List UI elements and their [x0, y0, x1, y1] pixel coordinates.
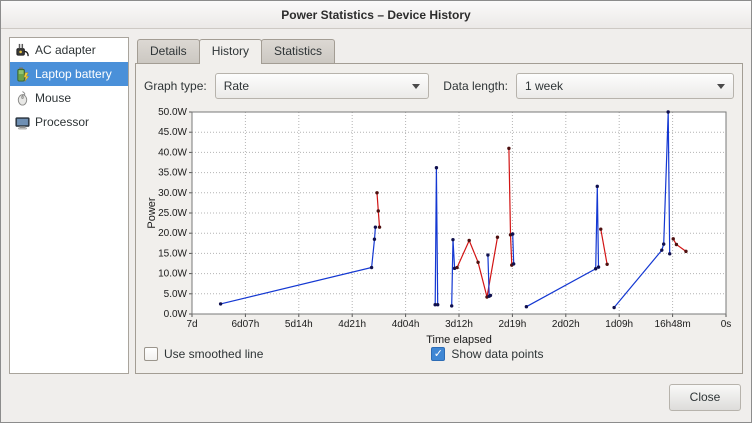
tab-history[interactable]: History [199, 39, 262, 64]
history-tab-page: Graph type: Rate Data length: 1 week 0.0… [135, 63, 743, 374]
svg-text:16h48m: 16h48m [655, 319, 691, 330]
svg-text:25.0W: 25.0W [158, 208, 187, 219]
window-body: AC adapter Laptop battery [1, 29, 751, 382]
graph-type-label: Graph type: [144, 79, 207, 93]
processor-icon [14, 114, 30, 130]
data-length-label: Data length: [443, 79, 508, 93]
chevron-down-icon [717, 84, 725, 89]
device-item-label: Processor [35, 115, 89, 129]
device-item-laptop-battery[interactable]: Laptop battery [10, 62, 128, 86]
window-title: Power Statistics – Device History [281, 8, 470, 22]
power-statistics-window: Power Statistics – Device History AC ada… [0, 0, 752, 423]
close-button[interactable]: Close [669, 384, 741, 411]
svg-text:10.0W: 10.0W [158, 269, 187, 280]
svg-text:15.0W: 15.0W [158, 248, 187, 259]
device-item-label: Laptop battery [35, 67, 112, 81]
main-panel: Details History Statistics Graph type: R… [135, 37, 743, 374]
footer: Close [1, 382, 751, 422]
svg-text:20.0W: 20.0W [158, 228, 187, 239]
svg-text:30.0W: 30.0W [158, 188, 187, 199]
svg-text:35.0W: 35.0W [158, 168, 187, 179]
data-length-value: 1 week [525, 79, 563, 93]
show-data-points-option[interactable]: ✓ Show data points [431, 347, 543, 361]
svg-text:45.0W: 45.0W [158, 127, 187, 138]
tab-bar: Details History Statistics [135, 37, 743, 63]
use-smoothed-line-option[interactable]: Use smoothed line [144, 347, 263, 361]
show-data-points-checkbox[interactable]: ✓ [431, 347, 445, 361]
ac-adapter-icon [14, 42, 30, 58]
svg-text:1d09h: 1d09h [605, 319, 633, 330]
tab-label: Statistics [274, 44, 322, 58]
tab-label: History [212, 44, 249, 58]
smoothed-line-checkbox[interactable] [144, 347, 158, 361]
svg-text:3d12h: 3d12h [445, 319, 473, 330]
controls-row: Graph type: Rate Data length: 1 week [144, 72, 734, 100]
options-row: Use smoothed line ✓ Show data points [144, 343, 734, 365]
svg-text:0s: 0s [721, 319, 732, 330]
svg-text:0.0W: 0.0W [164, 309, 188, 320]
mouse-icon [14, 90, 30, 106]
device-item-ac-adapter[interactable]: AC adapter [10, 38, 128, 62]
battery-icon [14, 66, 30, 82]
svg-text:40.0W: 40.0W [158, 147, 187, 158]
graph-type-value: Rate [224, 79, 249, 93]
svg-text:6d07h: 6d07h [231, 319, 259, 330]
data-length-select[interactable]: 1 week [516, 73, 734, 99]
tab-label: Details [150, 44, 187, 58]
svg-text:4d21h: 4d21h [338, 319, 366, 330]
device-item-mouse[interactable]: Mouse [10, 86, 128, 110]
show-data-points-label: Show data points [451, 347, 543, 361]
svg-text:Power: Power [146, 197, 158, 229]
chevron-down-icon [412, 84, 420, 89]
titlebar[interactable]: Power Statistics – Device History [1, 1, 751, 29]
device-item-label: AC adapter [35, 43, 96, 57]
history-chart: 0.0W 5.0W 10.0W 15.0W 20.0W 25.0W 30.0W 35.0W 40… [144, 104, 734, 341]
svg-text:5d14h: 5d14h [285, 319, 313, 330]
graph-type-select[interactable]: Rate [215, 73, 430, 99]
tab-statistics[interactable]: Statistics [261, 39, 335, 63]
svg-text:2d02h: 2d02h [552, 319, 580, 330]
smoothed-line-label: Use smoothed line [164, 347, 263, 361]
svg-text:2d19h: 2d19h [498, 319, 526, 330]
svg-text:4d04h: 4d04h [392, 319, 420, 330]
device-list: AC adapter Laptop battery [9, 37, 129, 374]
device-item-processor[interactable]: Processor [10, 110, 128, 134]
svg-text:7d: 7d [186, 319, 197, 330]
device-item-label: Mouse [35, 91, 71, 105]
svg-text:50.0W: 50.0W [158, 107, 187, 118]
tab-details[interactable]: Details [137, 39, 200, 63]
svg-text:5.0W: 5.0W [164, 289, 188, 300]
